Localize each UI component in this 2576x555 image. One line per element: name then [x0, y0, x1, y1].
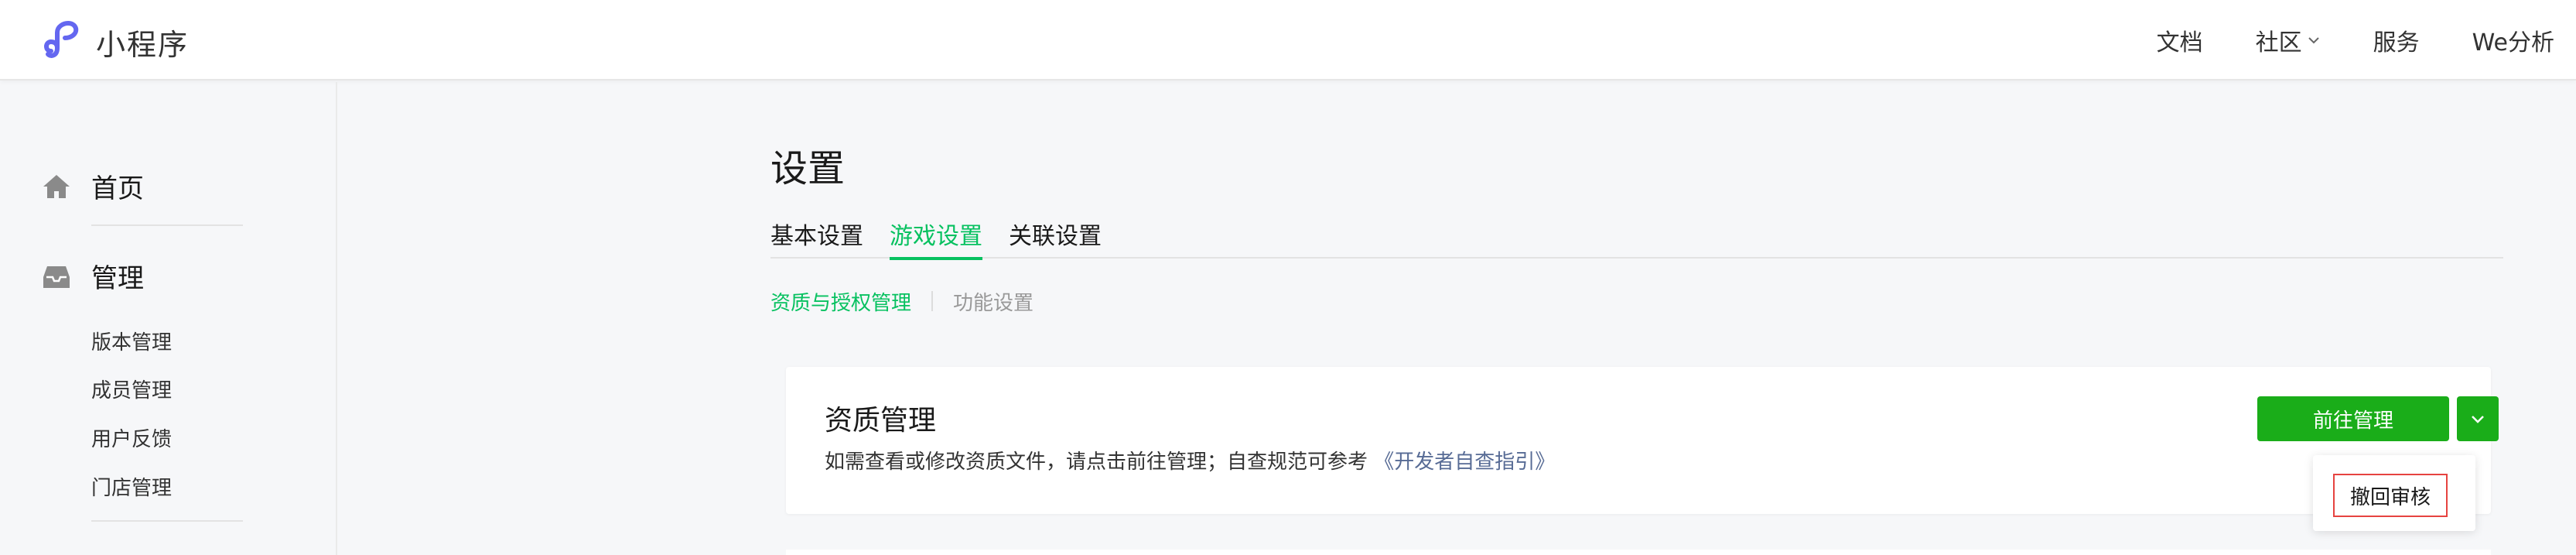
- sidebar-divider: [91, 224, 243, 226]
- tab-association-settings[interactable]: 关联设置: [1009, 217, 1102, 259]
- chevron-down-icon: [2308, 37, 2319, 44]
- page-title: 设置: [770, 147, 846, 190]
- nav-docs[interactable]: 文档: [2157, 23, 2203, 57]
- qualification-card: 资质管理 如需查看或修改资质文件，请点击前往管理；自查规范可参考 《开发者自查指…: [786, 367, 2499, 514]
- logo-text: 小程序: [96, 27, 190, 62]
- sidebar-item-manage-label: 管理: [91, 263, 144, 294]
- inbox-icon: [43, 266, 70, 288]
- nav-services-label: 服务: [2373, 29, 2420, 57]
- sub-tabs: 资质与授权管理 功能设置: [770, 287, 1033, 316]
- nav-we-analytics[interactable]: We分析: [2472, 23, 2554, 57]
- actions-dropdown-menu: 撤回审核: [2313, 455, 2475, 531]
- sidebar-item-home[interactable]: 首页: [42, 167, 144, 205]
- sidebar-item-manage[interactable]: 管理: [42, 257, 144, 295]
- card-title: 资质管理: [825, 405, 937, 437]
- card-description-text: 如需查看或修改资质文件，请点击前往管理；自查规范可参考: [825, 451, 1368, 474]
- tab-basic-settings[interactable]: 基本设置: [770, 217, 863, 259]
- more-actions-dropdown-button[interactable]: [2457, 396, 2499, 441]
- nav-community-label: 社区: [2255, 29, 2302, 57]
- sidebar-item-home-label: 首页: [91, 173, 144, 204]
- sidebar-item-version-management[interactable]: 版本管理: [91, 327, 172, 355]
- nav-community[interactable]: 社区: [2256, 23, 2321, 57]
- nav-we-analytics-label: We分析: [2472, 29, 2554, 57]
- nav-docs-label: 文档: [2156, 29, 2203, 57]
- sidebar: 首页 管理 版本管理 成员管理 用户反馈 门店管理: [0, 82, 337, 555]
- chevron-down-icon: [2472, 416, 2484, 423]
- top-header: 小程序 文档 社区 服务 We分析: [0, 0, 2576, 81]
- sidebar-item-member-management[interactable]: 成员管理: [91, 375, 172, 403]
- top-nav: 文档 社区 服务 We分析: [2104, 0, 2554, 81]
- home-icon: [43, 174, 70, 198]
- sidebar-item-store-management[interactable]: 门店管理: [91, 472, 172, 501]
- miniprogram-logo-icon: [40, 17, 87, 67]
- logo[interactable]: 小程序: [40, 17, 189, 67]
- go-manage-button[interactable]: 前往管理: [2257, 396, 2449, 441]
- sidebar-item-user-feedback[interactable]: 用户反馈: [91, 423, 172, 452]
- sidebar-divider: [91, 520, 243, 522]
- subtab-divider: [931, 291, 934, 311]
- developer-self-check-guide-link[interactable]: 《开发者自查指引》: [1374, 451, 1555, 474]
- settings-tabs: 基本设置 游戏设置 关联设置: [770, 217, 2503, 260]
- nav-services[interactable]: 服务: [2373, 23, 2420, 57]
- subtab-qualification-authorization[interactable]: 资质与授权管理: [770, 287, 911, 316]
- next-card-edge: [786, 550, 2491, 555]
- subtab-feature-settings[interactable]: 功能设置: [953, 287, 1033, 316]
- tab-game-settings[interactable]: 游戏设置: [890, 217, 982, 260]
- withdraw-review-menu-item[interactable]: 撤回审核: [2333, 474, 2448, 517]
- card-description: 如需查看或修改资质文件，请点击前往管理；自查规范可参考 《开发者自查指引》: [825, 446, 1555, 474]
